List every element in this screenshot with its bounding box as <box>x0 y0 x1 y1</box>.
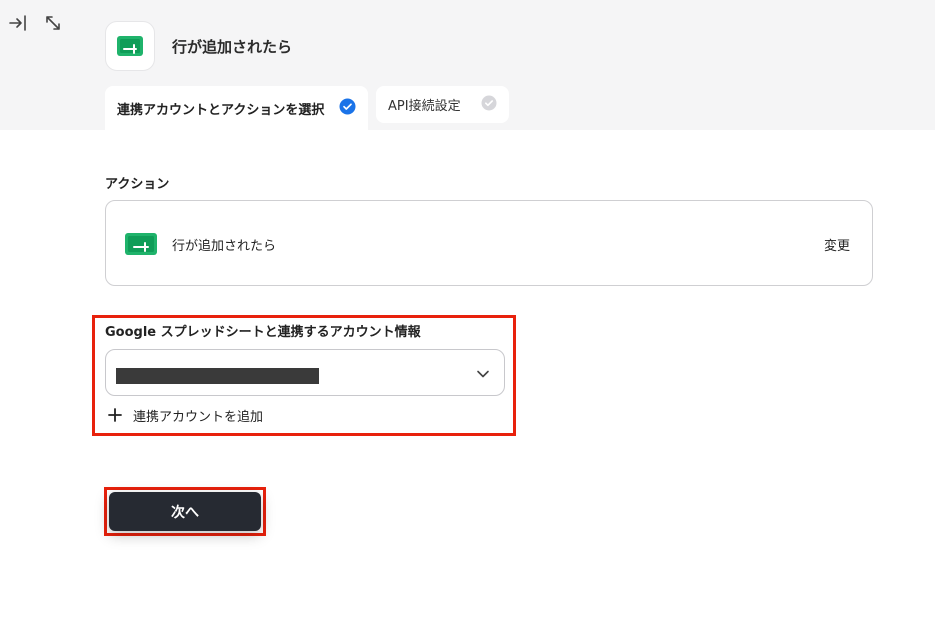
account-select-value: ████████████████ <box>116 368 319 384</box>
collapse-panel-icon[interactable] <box>7 12 29 34</box>
tab-label: 連携アカウントとアクションを選択 <box>117 102 325 118</box>
action-card: 行が追加されたら 変更 <box>105 200 873 286</box>
add-account-label: 連携アカウントを追加 <box>133 409 264 425</box>
account-section-label: Google スプレッドシートと連携するアカウント情報 <box>105 325 421 340</box>
spreadsheet-icon <box>117 36 143 56</box>
next-button[interactable]: 次へ <box>109 492 261 531</box>
header: 行が追加されたら 連携アカウントとアクションを選択 API接続設定 <box>0 0 935 130</box>
chevron-down-icon <box>476 366 490 385</box>
action-section-label: アクション <box>105 177 170 192</box>
app-icon-tile <box>105 21 155 71</box>
spreadsheet-icon <box>124 232 158 260</box>
check-circle-icon <box>339 98 356 119</box>
selected-action: 行が追加されたら <box>172 239 277 254</box>
add-account-button[interactable]: 連携アカウントを追加 <box>107 405 263 425</box>
page-title: 行が追加されたら <box>172 38 293 56</box>
next-highlight-frame: 次へ <box>104 487 266 536</box>
tab-label: API接続設定 <box>388 99 461 114</box>
change-action-button[interactable]: 変更 <box>824 235 850 254</box>
resize-diagonal-icon[interactable] <box>42 12 64 34</box>
tab-api-settings[interactable]: API接続設定 <box>376 86 509 123</box>
tab-account-action[interactable]: 連携アカウントとアクションを選択 <box>105 86 368 130</box>
plus-icon <box>108 408 122 422</box>
check-circle-icon <box>481 95 497 115</box>
account-select[interactable]: ████████████████ <box>105 349 505 396</box>
